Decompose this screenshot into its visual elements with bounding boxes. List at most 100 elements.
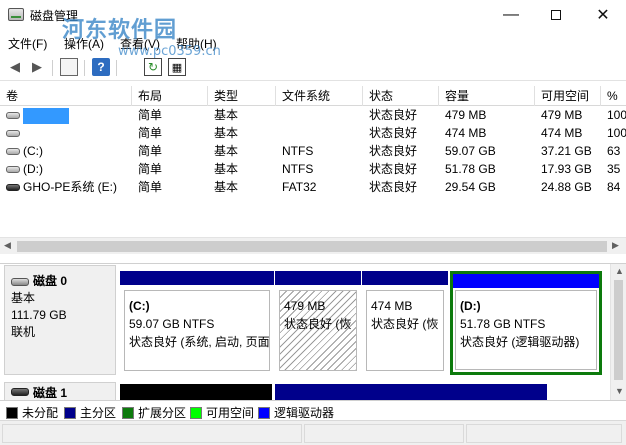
volume-fs-cell [276,106,363,124]
volume-capacity-cell: 474 MB [445,126,487,140]
refresh-icon[interactable]: ↻ [144,58,162,76]
volume-name-cell [0,106,132,124]
scroll-right-arrow-icon[interactable]: ▶ [612,240,619,251]
column-header-type[interactable]: 类型 [208,86,276,106]
column-header-filesystem[interactable]: 文件系统 [276,86,363,106]
disk-1-unallocated-bar[interactable] [120,384,272,400]
column-header-free-space[interactable]: 可用空间 [535,86,601,106]
toolbar-separator [84,60,85,76]
volume-type-cell: 基本 [214,108,239,122]
drive-icon [6,166,20,174]
partition-c-status: 状态良好 (系统, 启动, 页面 [129,335,270,349]
drive-icon [6,112,20,120]
toolbar: ◀ ▶ ? ↻ ▦ [0,55,626,81]
menu-file[interactable]: 文件(F) [8,35,47,52]
column-header-volume[interactable]: 卷 [0,86,132,106]
legend-label: 逻辑驱动器 [274,406,335,420]
volume-layout-cell: 简单 [138,144,163,158]
volume-name-cell: (C:) [0,142,132,160]
legend-label: 未分配 [22,406,59,420]
legend-label: 扩展分区 [138,406,187,420]
partition-recovery-474[interactable]: 474 MB 状态良好 (恢 [362,271,448,375]
partition-c-bar [120,271,274,285]
horizontal-scroll-thumb[interactable] [17,241,607,252]
volume-layout-cell: 简单 [138,180,163,194]
partition-c[interactable]: (C:) 59.07 GB NTFS 状态良好 (系统, 启动, 页面 [120,271,274,375]
minimize-button[interactable]: — [488,0,534,30]
back-arrow-icon[interactable]: ◀ [6,58,24,76]
toolbar-separator [116,60,117,76]
scroll-left-arrow-icon[interactable]: ◀ [4,240,11,251]
volume-free-cell: 24.88 GB [541,180,592,194]
partition-recovery-479[interactable]: 479 MB 状态良好 (恢 [275,271,361,375]
volume-row[interactable]: 简单 基本 状态良好 474 MB 474 MB 100 [0,124,626,142]
column-header-percent-free[interactable]: % [601,86,626,106]
disk-1-name: 磁盘 1 [33,385,68,400]
column-header-layout[interactable]: 布局 [132,86,208,106]
volume-layout-cell: 简单 [138,108,163,122]
disk-1-label[interactable]: 磁盘 1 [4,382,116,402]
volume-pct-cell: 84 [607,180,621,194]
legend-swatch-unallocated [6,406,18,419]
volume-name-cell: (D:) [0,160,132,178]
help-icon[interactable]: ? [92,58,110,76]
partition-recovery-474-body: 474 MB 状态良好 (恢 [366,290,444,371]
close-button[interactable]: ✕ [580,0,626,30]
properties-icon[interactable] [60,58,78,76]
pane-splitter[interactable] [0,254,626,264]
drive-icon [6,184,20,192]
vertical-scroll-thumb[interactable] [614,280,623,380]
maximize-button[interactable] [533,0,579,30]
status-bar-pane [304,424,464,443]
volume-capacity-cell: 59.07 GB [445,144,496,158]
status-bar [0,420,626,445]
legend-label: 可用空间 [206,406,255,420]
toolbar-separator [52,60,53,76]
legend-swatch-primary [64,406,76,419]
scroll-down-arrow-icon[interactable]: ▼ [615,386,624,396]
volume-row[interactable]: 简单 基本 状态良好 479 MB 479 MB 100 [0,106,626,124]
volume-fs-cell [276,124,363,142]
volume-row[interactable]: (C:) 简单 基本 NTFS 状态良好 59.07 GB 37.21 GB 63 [0,142,626,160]
disk-0-name: 磁盘 0 [33,274,68,288]
rescan-disks-icon[interactable]: ▦ [168,58,186,76]
partition-d[interactable]: (D:) 51.78 GB NTFS 状态良好 (逻辑驱动器) [450,271,602,375]
forward-arrow-icon[interactable]: ▶ [28,58,46,76]
volume-type-cell: 基本 [214,144,239,158]
partition-recovery-479-body: 479 MB 状态良好 (恢 [279,290,357,371]
volume-status-cell: 状态良好 [369,144,418,158]
volume-capacity-cell: 479 MB [445,108,487,122]
volume-status-cell: 状态良好 [369,126,418,140]
volume-capacity-cell: 29.54 GB [445,180,496,194]
volume-fs-cell: FAT32 [282,180,317,194]
legend-label: 主分区 [80,406,117,420]
disk-0-label[interactable]: 磁盘 0 基本 111.79 GB 联机 [4,265,116,375]
volume-row[interactable]: GHO-PE系统 (E:) 简单 基本 FAT32 状态良好 29.54 GB 24.88 … [0,178,626,196]
volume-fs-cell: NTFS [282,144,314,158]
column-header-capacity[interactable]: 容量 [439,86,535,106]
vertical-scrollbar[interactable]: ▲ ▼ [610,264,626,400]
horizontal-scrollbar[interactable]: ◀ ▶ [0,237,626,254]
volume-pct-cell: 35 [607,162,621,176]
disk-icon [11,277,29,286]
volume-pct-cell: 63 [607,144,621,158]
partition-recovery-474-size: 474 MB [371,299,413,313]
partition-d-body: (D:) 51.78 GB NTFS 状态良好 (逻辑驱动器) [455,290,597,370]
volume-row[interactable]: (D:) 简单 基本 NTFS 状态良好 51.78 GB 17.93 GB 35 [0,160,626,178]
volume-layout-cell: 简单 [138,126,163,140]
legend-swatch-extended [122,406,134,419]
partition-recovery-479-size: 479 MB [284,299,326,313]
column-header-status[interactable]: 状态 [363,86,439,106]
volume-type-cell: 基本 [214,180,239,194]
volume-free-cell: 474 MB [541,126,583,140]
scroll-up-arrow-icon[interactable]: ▲ [615,266,624,276]
volume-list-header: 卷 布局 类型 文件系统 状态 容量 可用空间 % [0,86,626,106]
disk-graphical-view: 磁盘 0 基本 111.79 GB 联机 (C:) 59.07 GB NTFS … [0,265,612,400]
disk-0-type: 基本 [11,291,36,305]
volume-pct-cell: 100 [607,126,626,140]
partition-recovery-479-bar [275,271,361,285]
partition-recovery-479-status: 状态良好 (恢 [284,317,352,331]
volume-free-cell: 17.93 GB [541,162,592,176]
disk-1-primary-bar[interactable] [275,384,547,400]
drive-icon [6,148,20,156]
